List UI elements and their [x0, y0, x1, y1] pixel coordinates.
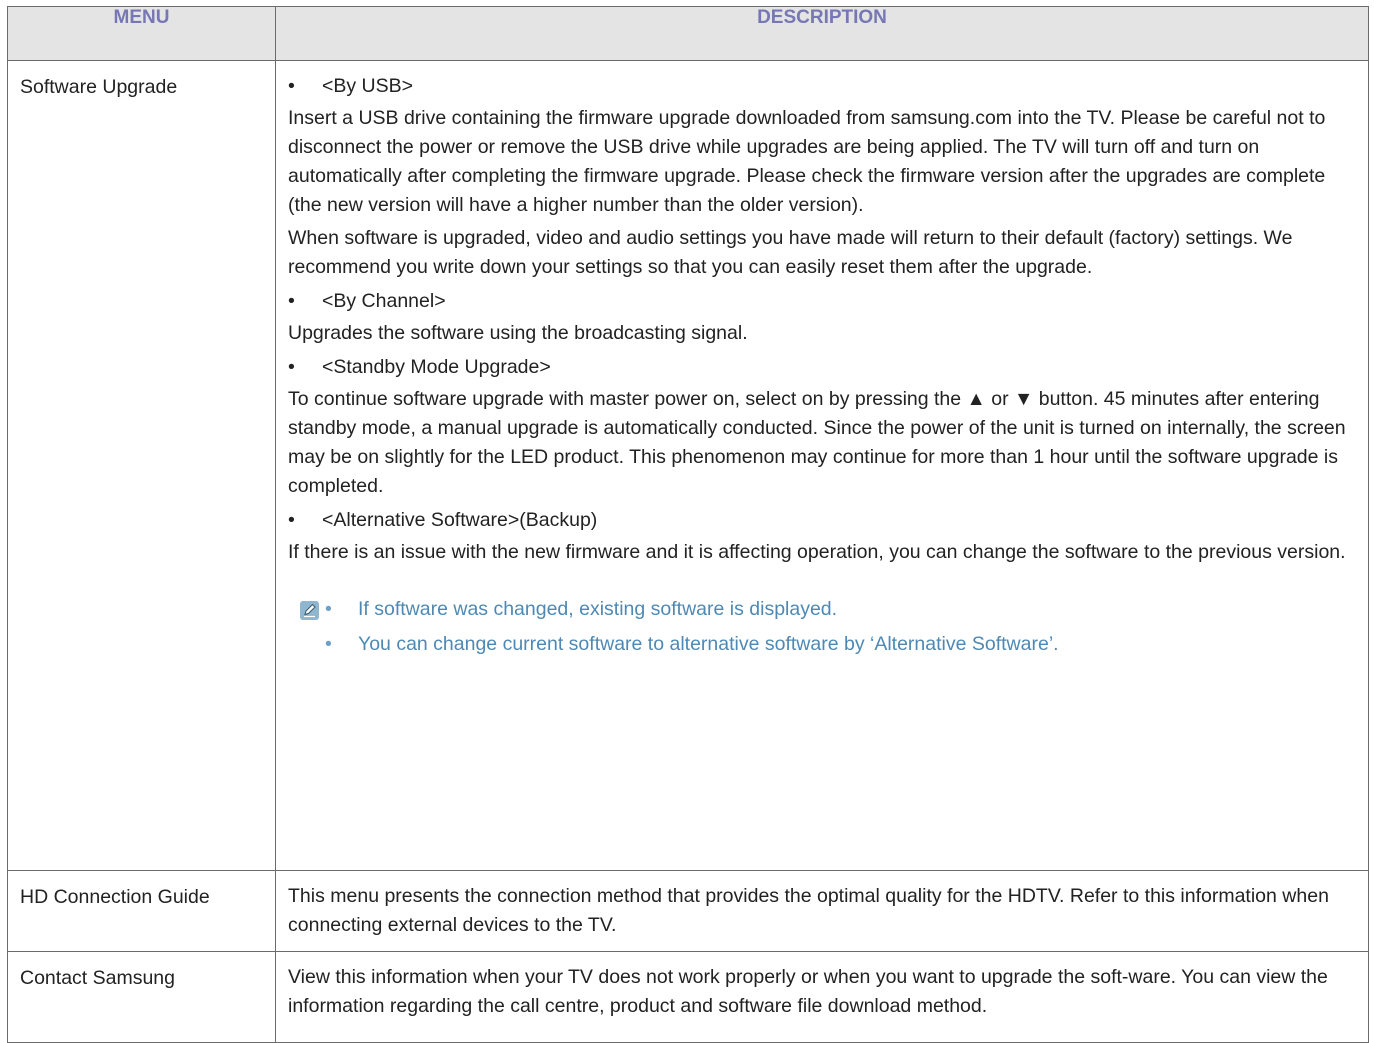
table-row: Software Upgrade <By USB> Insert a USB d… [7, 60, 1369, 871]
note-item-alternative-software: You can change current software to alter… [325, 627, 1356, 662]
note-pencil-icon [300, 601, 319, 620]
table-header-row: MENU DESCRIPTION [7, 6, 1369, 61]
note-item-existing-software: If software was changed, existing softwa… [325, 592, 1356, 627]
menu-item-software-upgrade: Software Upgrade [7, 60, 276, 871]
standby-mode-upgrade-description: To continue software upgrade with master… [288, 388, 1346, 497]
by-usb-instructions: Insert a USB drive containing the firmwa… [288, 107, 1326, 216]
contact-samsung-description: View this information when your TV does … [275, 951, 1369, 1043]
alternative-software-description: If there is an issue with the new firmwa… [288, 541, 1346, 563]
by-channel-heading: <By Channel> [288, 287, 1356, 316]
menu-column-header: MENU [7, 6, 276, 61]
menu-item-contact-samsung: Contact Samsung [7, 951, 276, 1043]
description-column-header: DESCRIPTION [275, 6, 1369, 61]
table-row: Contact Samsung View this information wh… [7, 951, 1369, 1043]
menu-description-table: MENU DESCRIPTION Software Upgrade <By US… [7, 6, 1369, 1043]
standby-mode-upgrade-heading: <Standby Mode Upgrade> [288, 353, 1356, 382]
table-row: HD Connection Guide This menu presents t… [7, 870, 1369, 952]
note-block: If software was changed, existing softwa… [288, 592, 1356, 662]
by-usb-settings-note: When software is upgraded, video and aud… [288, 227, 1293, 278]
hd-connection-guide-description: This menu presents the connection method… [275, 870, 1369, 952]
alternative-software-heading: <Alternative Software>(Backup) [288, 506, 1356, 535]
menu-item-hd-connection-guide: HD Connection Guide [7, 870, 276, 952]
by-usb-heading: <By USB> [288, 72, 1356, 101]
software-upgrade-description: <By USB> Insert a USB drive containing t… [275, 60, 1369, 871]
by-channel-description: Upgrades the software using the broadcas… [288, 322, 748, 344]
